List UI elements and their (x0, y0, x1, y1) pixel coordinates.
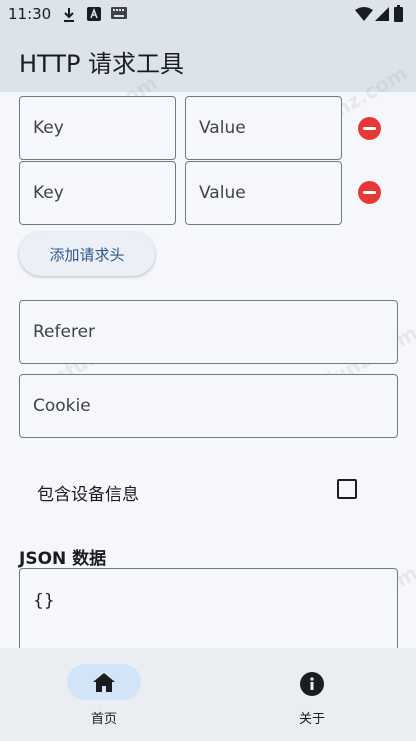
keyboard-icon (111, 7, 127, 19)
header-key-field[interactable]: Key (19, 161, 176, 225)
status-time: 11:30 (8, 5, 52, 23)
header-value-field[interactable]: Value (185, 96, 342, 160)
nav-item-home[interactable]: 首页 (0, 648, 208, 741)
app-bar: HTTP 请求工具 (0, 30, 416, 92)
header-key-field[interactable]: Key (19, 96, 176, 160)
add-header-button[interactable]: 添加请求头 (19, 232, 155, 276)
remove-header-button[interactable] (358, 181, 381, 204)
json-value: {} (33, 591, 55, 611)
referer-field[interactable]: Referer (19, 300, 398, 364)
header-value-placeholder: Value (199, 118, 246, 138)
referer-placeholder: Referer (33, 322, 96, 342)
home-icon (93, 673, 115, 692)
bottom-nav: 首页 关于 (0, 648, 416, 741)
battery-icon (394, 5, 403, 22)
header-key-placeholder: Key (33, 183, 64, 203)
header-value-placeholder: Value (199, 183, 246, 203)
nav-item-about[interactable]: 关于 (208, 648, 416, 741)
device-info-checkbox[interactable] (337, 479, 357, 499)
header-key-placeholder: Key (33, 118, 64, 138)
json-label: JSON 数据 (19, 549, 107, 569)
a-badge-icon (87, 7, 101, 21)
nav-label-home: 首页 (90, 712, 117, 727)
status-bar: 11:30 (0, 0, 416, 30)
page-title: HTTP 请求工具 (19, 50, 185, 78)
wifi-icon (355, 7, 373, 21)
cookie-field[interactable]: Cookie (19, 374, 398, 438)
remove-header-button[interactable] (358, 117, 381, 140)
info-icon (300, 672, 324, 696)
cookie-placeholder: Cookie (33, 396, 91, 416)
signal-icon (375, 7, 389, 21)
download-icon (64, 8, 74, 22)
device-info-label: 包含设备信息 (37, 485, 139, 505)
nav-label-about: 关于 (298, 712, 325, 727)
header-value-field[interactable]: Value (185, 161, 342, 225)
